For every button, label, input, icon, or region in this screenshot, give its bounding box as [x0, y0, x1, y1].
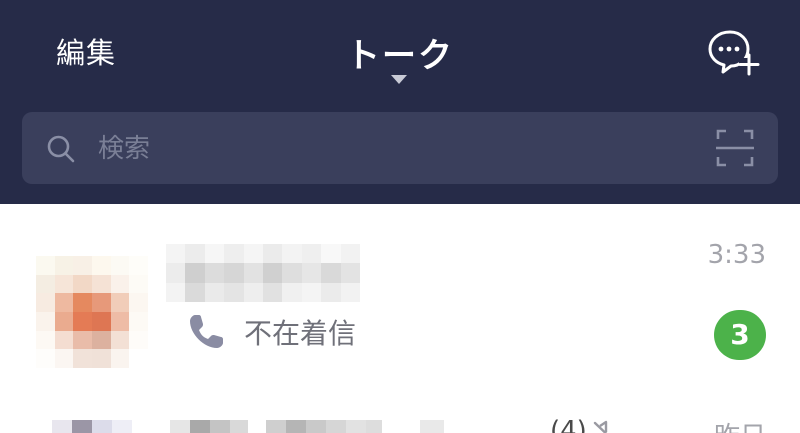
mute-icon [593, 420, 608, 433]
unread-badge: 3 [714, 310, 766, 360]
chat-list-item[interactable]: 不在着信 3:33 3 [0, 204, 800, 390]
new-chat-icon [708, 30, 760, 76]
avatar [36, 256, 148, 368]
new-chat-button[interactable] [706, 28, 762, 76]
search-icon [47, 135, 75, 163]
last-message-preview: 不在着信 [244, 317, 357, 350]
search-input[interactable] [96, 128, 660, 170]
page-title[interactable]: トーク [0, 28, 800, 77]
member-count: (4) [550, 416, 587, 433]
search-bar[interactable] [22, 112, 778, 184]
chat-list-item[interactable]: (4) 昨日 [0, 390, 800, 433]
chevron-down-icon[interactable] [391, 75, 407, 84]
contact-name-blurred [166, 244, 360, 302]
message-time: 3:33 [707, 240, 766, 270]
message-time: 昨日 [714, 416, 766, 433]
phone-icon [190, 315, 223, 348]
app-header: 編集 トーク [0, 0, 800, 204]
qr-scan-icon[interactable] [716, 129, 754, 167]
